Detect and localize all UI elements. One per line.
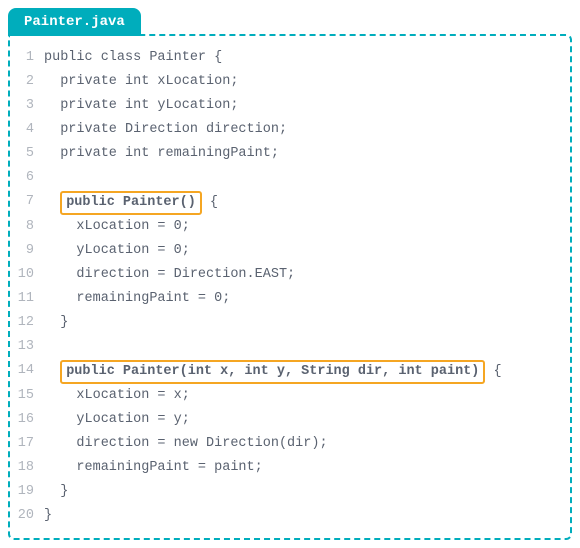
line-number: 14 — [16, 359, 44, 383]
code-line: 19 } — [16, 480, 556, 504]
code-line: 14 public Painter(int x, int y, String d… — [16, 359, 556, 384]
code-text: private int yLocation; — [44, 94, 556, 118]
line-number: 7 — [16, 190, 44, 214]
line-number: 20 — [16, 504, 44, 528]
code-line: 6 — [16, 166, 556, 190]
code-text: direction = Direction.EAST; — [44, 263, 556, 287]
line-number: 17 — [16, 432, 44, 456]
code-line: 18 remainingPaint = paint; — [16, 456, 556, 480]
code-line: 20} — [16, 504, 556, 528]
code-line: 13 — [16, 335, 556, 359]
file-tab: Painter.java — [8, 8, 141, 36]
code-line: 5 private int remainingPaint; — [16, 142, 556, 166]
code-text: private int remainingPaint; — [44, 142, 556, 166]
line-number: 16 — [16, 408, 44, 432]
line-number: 2 — [16, 70, 44, 94]
line-number: 9 — [16, 239, 44, 263]
code-text: yLocation = y; — [44, 408, 556, 432]
code-line: 9 yLocation = 0; — [16, 239, 556, 263]
code-text: public class Painter { — [44, 46, 556, 70]
code-line: 1public class Painter { — [16, 46, 556, 70]
code-text: yLocation = 0; — [44, 239, 556, 263]
code-container: 1public class Painter {2 private int xLo… — [8, 34, 572, 540]
line-number: 3 — [16, 94, 44, 118]
code-line: 2 private int xLocation; — [16, 70, 556, 94]
code-line: 12 } — [16, 311, 556, 335]
code-line: 4 private Direction direction; — [16, 118, 556, 142]
line-number: 19 — [16, 480, 44, 504]
code-text: remainingPaint = paint; — [44, 456, 556, 480]
code-text: } — [44, 311, 556, 335]
line-number: 4 — [16, 118, 44, 142]
code-after: { — [485, 364, 501, 379]
code-text: xLocation = x; — [44, 384, 556, 408]
code-line: 7 public Painter() { — [16, 190, 556, 215]
code-text: } — [44, 480, 556, 504]
code-text: public Painter() { — [44, 190, 556, 215]
line-number: 18 — [16, 456, 44, 480]
code-line: 10 direction = Direction.EAST; — [16, 263, 556, 287]
code-line: 17 direction = new Direction(dir); — [16, 432, 556, 456]
line-number: 11 — [16, 287, 44, 311]
code-line: 11 remainingPaint = 0; — [16, 287, 556, 311]
code-line: 16 yLocation = y; — [16, 408, 556, 432]
code-text: direction = new Direction(dir); — [44, 432, 556, 456]
code-text: private int xLocation; — [44, 70, 556, 94]
line-number: 1 — [16, 46, 44, 70]
line-number: 5 — [16, 142, 44, 166]
code-text: } — [44, 504, 556, 528]
code-line: 8 xLocation = 0; — [16, 215, 556, 239]
highlight-box: public Painter() — [60, 191, 202, 215]
line-number: 12 — [16, 311, 44, 335]
code-after: { — [202, 195, 218, 210]
line-number: 15 — [16, 384, 44, 408]
code-text: xLocation = 0; — [44, 215, 556, 239]
line-number: 10 — [16, 263, 44, 287]
code-text: remainingPaint = 0; — [44, 287, 556, 311]
highlight-box: public Painter(int x, int y, String dir,… — [60, 360, 485, 384]
code-text: private Direction direction; — [44, 118, 556, 142]
line-number: 8 — [16, 215, 44, 239]
code-line: 3 private int yLocation; — [16, 94, 556, 118]
code-line: 15 xLocation = x; — [16, 384, 556, 408]
line-number: 13 — [16, 335, 44, 359]
code-text: public Painter(int x, int y, String dir,… — [44, 359, 556, 384]
line-number: 6 — [16, 166, 44, 190]
